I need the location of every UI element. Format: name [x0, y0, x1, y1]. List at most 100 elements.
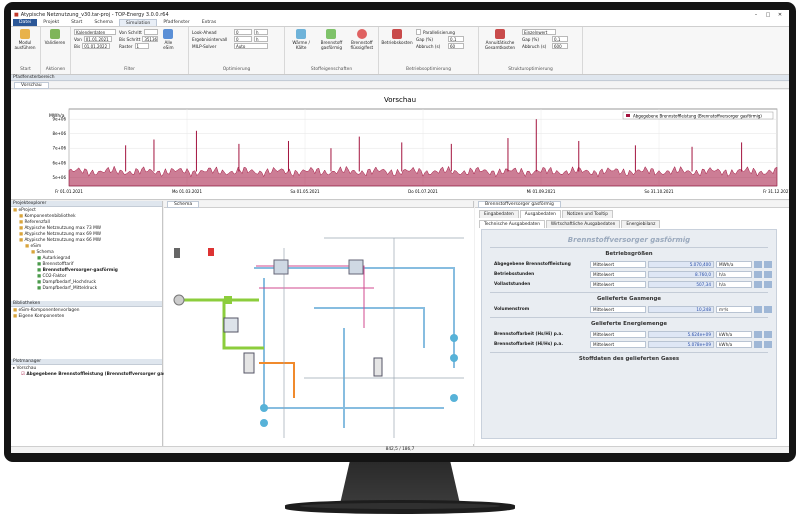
alle-esim-button[interactable]: Alle eSim	[161, 29, 175, 50]
betriebskosten-button[interactable]: Betriebskosten	[381, 29, 413, 45]
export-button-icon[interactable]	[764, 270, 772, 278]
property-label: Abgegebene Brennstoffleistung	[494, 261, 571, 267]
consumer-icon[interactable]	[260, 404, 268, 412]
tab-ausgabedaten[interactable]: Ausgabedaten	[519, 210, 561, 218]
struktur-abbruch-input[interactable]: 600	[552, 43, 568, 49]
close-icon[interactable]: ✕	[774, 12, 786, 18]
bis-date-input[interactable]: 01.01.2022	[82, 43, 111, 49]
boiler-component[interactable]	[348, 259, 364, 275]
unit-select[interactable]: h/a	[716, 280, 752, 288]
gap-input[interactable]: 0,1	[448, 36, 464, 42]
aggregation-select[interactable]: Mittelwert	[590, 270, 646, 278]
unit-select[interactable]: m³/s	[716, 305, 752, 313]
tree-item[interactable]: ■ Dampfbedarf_Mitteldruck	[13, 286, 160, 292]
gas-supplier-component[interactable]	[224, 296, 232, 304]
brennstoff-fluessig-button[interactable]: Brennstoff flüssig/fest	[349, 29, 375, 50]
export-button-icon[interactable]	[764, 340, 772, 348]
ergebnis-input[interactable]: 0	[234, 36, 252, 42]
calendar-mode-select[interactable]: Kalenderdaten	[74, 29, 116, 35]
plot-item[interactable]: ☑ Abgegebene Brennstoffleistung (Brennst…	[13, 372, 184, 378]
tab-vorschau[interactable]: Vorschau	[14, 81, 49, 89]
thermometer-icon	[296, 29, 307, 39]
tab-schema-doc[interactable]: Schema	[167, 200, 200, 208]
tree-item-label: Dampfbedarf_Mitteldruck	[42, 286, 98, 291]
consumer-icon[interactable]	[450, 334, 458, 342]
ergebnis-unit-select[interactable]: h	[254, 36, 268, 42]
tab-wirtschaftliche[interactable]: Wirtschaftliche Ausgabedaten	[545, 220, 621, 228]
consumer-icon[interactable]	[450, 394, 458, 402]
export-button-icon[interactable]	[764, 260, 772, 268]
unit-select[interactable]: MWh/a	[716, 260, 752, 268]
look-ahead-input[interactable]: 0	[234, 29, 252, 35]
y-tick-label: 8e+06	[53, 131, 67, 136]
unit-select[interactable]: kWh/a	[716, 330, 752, 338]
plot-button-icon[interactable]	[754, 330, 762, 338]
raster-input[interactable]: 1	[134, 43, 149, 49]
boiler-component[interactable]	[273, 259, 289, 275]
alle-esim-label: Alle eSim	[163, 40, 174, 50]
run-module-button[interactable]: Modul ausführen	[14, 29, 36, 50]
validate-button[interactable]: Validieren	[44, 29, 66, 45]
power-mast-icon[interactable]	[174, 248, 180, 258]
library-item[interactable]: ■ Eigene Komponenten	[13, 314, 160, 320]
folder-icon: ■	[13, 314, 18, 319]
tab-extras[interactable]: Extras	[196, 19, 223, 26]
section-divider	[490, 292, 768, 293]
aggregation-select[interactable]: Mittelwert	[590, 305, 646, 313]
tab-pfadfenster[interactable]: Pfadfenster	[157, 19, 195, 26]
storage-component[interactable]	[243, 352, 255, 374]
tab-technische[interactable]: Technische Ausgabedaten	[479, 220, 545, 228]
tab-start[interactable]: Start	[65, 19, 88, 26]
tab-eingabedaten[interactable]: Eingabedaten	[479, 210, 519, 218]
abbruch-input[interactable]: 60	[448, 43, 464, 49]
aggregation-select[interactable]: Mittelwert	[590, 280, 646, 288]
waerme-kaelte-button[interactable]: Wärme / Kälte	[288, 29, 314, 50]
group-filter: Kalenderdaten Von 01.01.2021 Bis 01.01.202…	[71, 27, 189, 74]
consumer-icon[interactable]	[450, 354, 458, 362]
unit-select[interactable]: h/a	[716, 270, 752, 278]
parallel-checkbox[interactable]	[416, 29, 421, 35]
group-optimierung-label: Optimierung	[222, 67, 251, 72]
chp-component[interactable]	[223, 317, 239, 333]
annuitaet-button[interactable]: Annuitätische Gesamtkosten	[482, 29, 518, 50]
maximize-icon[interactable]: □	[762, 12, 774, 18]
brennstoff-gas-button[interactable]: Brennstoff gasförmig	[318, 29, 344, 50]
struktur-gap-input[interactable]: 0,1	[552, 36, 568, 42]
outer-tabs: Eingabedaten Ausgabedaten Notizen und To…	[479, 210, 789, 218]
gas-source-icon[interactable]	[173, 294, 185, 306]
storage-component[interactable]	[373, 357, 383, 377]
bis-schritt-input[interactable]: 35136	[142, 36, 159, 42]
schema-diagram[interactable]	[164, 208, 474, 444]
milp-solver-select[interactable]: Auto	[234, 43, 268, 49]
minimize-icon[interactable]: –	[750, 12, 762, 18]
section-divider	[490, 247, 768, 248]
property-value: 507,34	[648, 280, 714, 288]
look-ahead-unit-select[interactable]: h	[254, 29, 268, 35]
aggregation-select[interactable]: Mittelwert	[590, 330, 646, 338]
meter-icon[interactable]	[208, 248, 214, 256]
tab-projekt[interactable]: Projekt	[37, 19, 65, 26]
plot-button-icon[interactable]	[754, 280, 762, 288]
tab-schema[interactable]: Schema	[88, 19, 118, 26]
von-date-input[interactable]: 01.01.2021	[83, 36, 112, 42]
tab-notizen[interactable]: Notizen und Tooltip	[561, 210, 614, 218]
tab-datei[interactable]: Datei	[13, 19, 38, 26]
von-schritt-input[interactable]	[143, 29, 158, 35]
plot-button-icon[interactable]	[754, 260, 762, 268]
plot-button-icon[interactable]	[754, 270, 762, 278]
export-button-icon[interactable]	[764, 305, 772, 313]
kriterium-select[interactable]: Einzelnwert	[522, 29, 556, 35]
export-button-icon[interactable]	[764, 280, 772, 288]
tab-props-doc[interactable]: Brennstoffversorger gasförmig	[478, 200, 561, 208]
aggregation-select[interactable]: Mittelwert	[590, 260, 646, 268]
unit-select[interactable]: kWh/a	[716, 340, 752, 348]
plot-button-icon[interactable]	[754, 305, 762, 313]
aggregation-select[interactable]: Mittelwert	[590, 340, 646, 348]
properties-body: Brennstoffversorger gasförmig Betriebsgr…	[481, 229, 777, 439]
plot-button-icon[interactable]	[754, 340, 762, 348]
schema-tabbar: Schema	[164, 200, 473, 208]
consumer-icon[interactable]	[260, 419, 268, 427]
export-button-icon[interactable]	[764, 330, 772, 338]
tab-simulation[interactable]: Simulation	[118, 19, 158, 26]
tab-energiebilanz[interactable]: Energiebilanz	[621, 220, 661, 228]
